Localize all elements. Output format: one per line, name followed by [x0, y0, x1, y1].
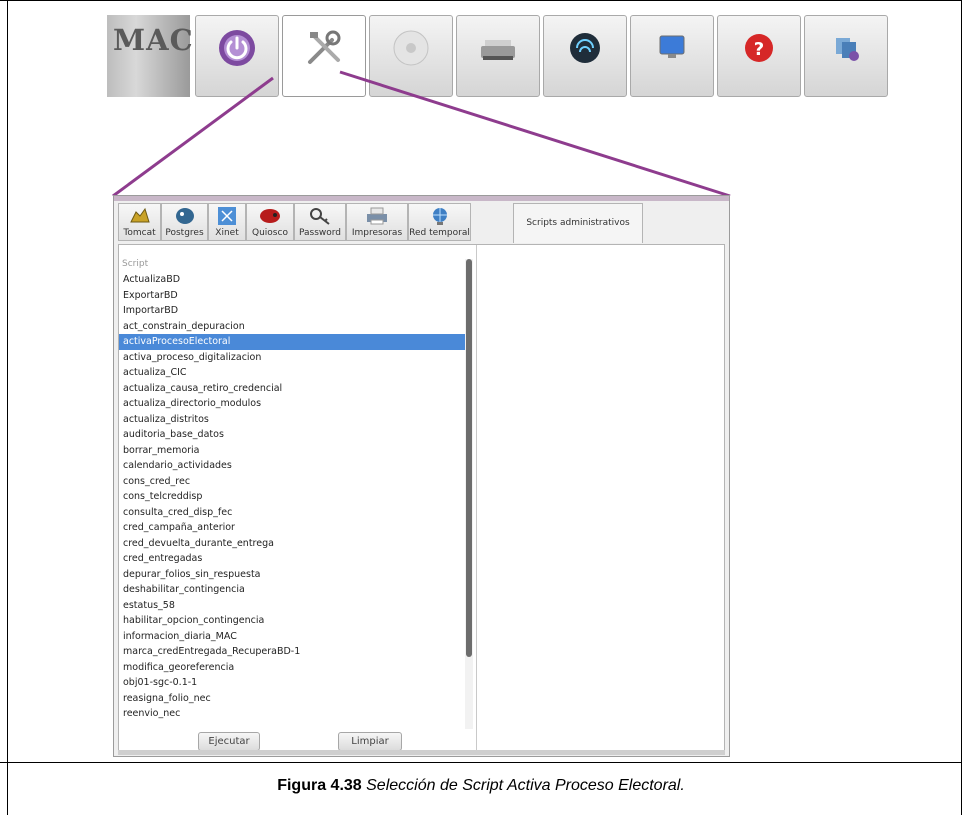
tab-postgres[interactable]: Postgres: [161, 203, 208, 241]
postgres-icon: [175, 208, 194, 224]
list-item[interactable]: activaProcesoElectoral: [119, 334, 465, 350]
dialog-bottom-bar: [118, 750, 725, 755]
list-item[interactable]: ExportarBD: [119, 288, 465, 304]
script-list-pane: Script ActualizaBD ExportarBD ImportarBD ac…: [119, 245, 477, 753]
clear-button[interactable]: Limpiar: [338, 732, 402, 751]
list-item[interactable]: reenvio_nec: [119, 706, 465, 722]
list-header: Script: [122, 259, 149, 269]
list-item[interactable]: auditoria_base_datos: [119, 427, 465, 443]
list-item[interactable]: cons_cred_rec: [119, 474, 465, 490]
list-item[interactable]: marca_credEntregada_RecuperaBD-1: [119, 644, 465, 660]
list-scrollbar[interactable]: [465, 259, 473, 729]
tab-xinet[interactable]: Xinet: [208, 203, 246, 241]
list-item[interactable]: ActualizaBD: [119, 272, 465, 288]
xinet-icon: [218, 207, 236, 225]
tab-bar: Tomcat Postgres Xinet Quiosco Password I…: [118, 203, 726, 243]
list-item[interactable]: consulta_cred_disp_fec: [119, 505, 465, 521]
list-item[interactable]: actualiza_directorio_modulos: [119, 396, 465, 412]
scrollbar-thumb[interactable]: [466, 259, 472, 657]
list-item[interactable]: actualiza_CIC: [119, 365, 465, 381]
printer-icon: [367, 207, 387, 225]
list-item[interactable]: obj01-sgc-0.1-1: [119, 675, 465, 691]
execute-button[interactable]: Ejecutar: [198, 732, 260, 751]
list-item[interactable]: borrar_memoria: [119, 443, 465, 459]
list-item[interactable]: cred_entregadas: [119, 551, 465, 567]
list-item[interactable]: act_constrain_depuracion: [119, 319, 465, 335]
list-item[interactable]: habilitar_opcion_contingencia: [119, 613, 465, 629]
list-item[interactable]: calendario_actividades: [119, 458, 465, 474]
tab-password[interactable]: Password: [294, 203, 346, 241]
list-item[interactable]: cred_campaña_anterior: [119, 520, 465, 536]
list-item[interactable]: cred_devuelta_durante_entrega: [119, 536, 465, 552]
tab-impresoras[interactable]: Impresoras: [346, 203, 408, 241]
tab-red-temporal[interactable]: Red temporal: [408, 203, 471, 241]
list-item[interactable]: reasigna_folio_nec: [119, 691, 465, 707]
tab-scripts-administrativos[interactable]: Scripts administrativos: [513, 203, 643, 243]
tomcat-icon: [129, 207, 150, 223]
tab-tomcat[interactable]: Tomcat: [118, 203, 161, 241]
list-item[interactable]: actualiza_distritos: [119, 412, 465, 428]
network-icon: [432, 208, 447, 225]
tab-quiosco[interactable]: Quiosco: [246, 203, 294, 241]
output-pane: [477, 245, 724, 753]
dialog-titlebar: [114, 196, 729, 201]
quiosco-icon: [260, 209, 280, 223]
list-item[interactable]: activa_proceso_digitalizacion: [119, 350, 465, 366]
list-item[interactable]: modifica_georeferencia: [119, 660, 465, 676]
script-list[interactable]: ActualizaBD ExportarBD ImportarBD act_const…: [119, 272, 465, 722]
list-item[interactable]: ImportarBD: [119, 303, 465, 319]
list-item[interactable]: cons_telcreddisp: [119, 489, 465, 505]
scripts-panel: Script ActualizaBD ExportarBD ImportarBD ac…: [118, 244, 725, 754]
admin-dialog: Tomcat Postgres Xinet Quiosco Password I…: [113, 195, 730, 757]
caption-text: Selección de Script Activa Proceso Elect…: [361, 777, 685, 794]
caption-number: Figura 4.38: [277, 777, 362, 794]
key-icon: [310, 208, 330, 225]
list-item[interactable]: actualiza_causa_retiro_credencial: [119, 381, 465, 397]
list-item[interactable]: informacion_diaria_MAC: [119, 629, 465, 645]
list-item[interactable]: depurar_folios_sin_respuesta: [119, 567, 465, 583]
list-item[interactable]: deshabilitar_contingencia: [119, 582, 465, 598]
list-item[interactable]: estatus_58: [119, 598, 465, 614]
figure-caption: Figura 4.38 Selección de Script Activa P…: [0, 777, 962, 795]
